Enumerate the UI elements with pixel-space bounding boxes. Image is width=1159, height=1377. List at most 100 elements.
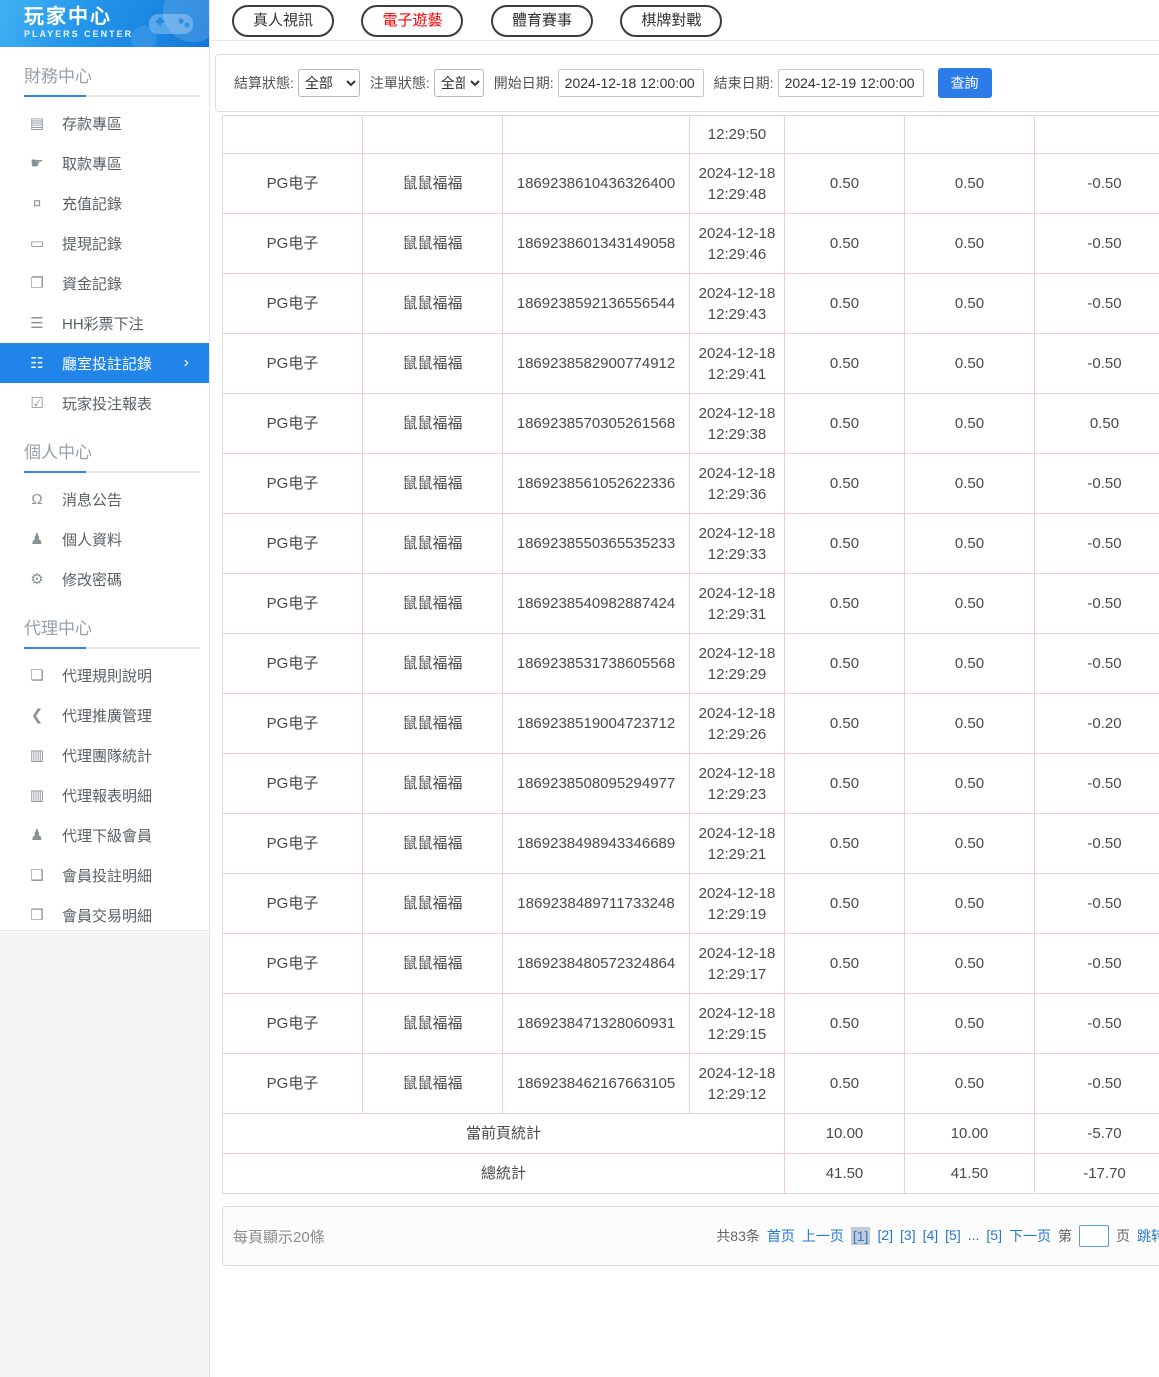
- recharge-record-icon: ¤: [32, 194, 42, 212]
- search-button[interactable]: 查詢: [937, 68, 992, 98]
- table-row: PG电子 鼠鼠福福 1869238508095294977 2024-12-18…: [222, 753, 1159, 814]
- sidebar-item-withdraw-hand[interactable]: ☛ 取款專區: [0, 143, 209, 183]
- sidebar-item-label: 提現記錄: [62, 235, 123, 253]
- sidebar-item-rules-doc[interactable]: ❏ 代理規則說明: [0, 655, 209, 695]
- page-link-2[interactable]: [2]: [877, 1227, 893, 1245]
- page-link-4[interactable]: [4]: [923, 1227, 939, 1245]
- team-stats-icon: ▥: [29, 747, 45, 764]
- winloss-cell: -0.50: [1034, 453, 1159, 514]
- start-date-input[interactable]: [557, 69, 704, 97]
- valid-amount-cell: 0.50: [904, 813, 1035, 874]
- sidebar-item-label: 會員交易明細: [62, 907, 153, 925]
- winloss-cell: -0.50: [1034, 273, 1159, 334]
- sidebar-item-members[interactable]: ♟ 代理下級會員: [0, 815, 209, 855]
- first-page-link[interactable]: 首页: [767, 1226, 795, 1246]
- platform-cell: PG电子: [222, 453, 363, 514]
- page-link-1[interactable]: [1]: [850, 1227, 871, 1245]
- game-cell: 鼠鼠福福: [362, 873, 503, 934]
- winloss-cell: -0.50: [1034, 1053, 1159, 1114]
- table-row: PG电子 鼠鼠福福 1869238592136556544 2024-12-18…: [222, 273, 1159, 334]
- bet-amount-cell: 0.50: [784, 573, 905, 634]
- table-row: PG电子 鼠鼠福福 1869238601343149058 2024-12-18…: [222, 213, 1159, 274]
- sidebar-footer-area: [0, 932, 210, 1377]
- bet-time-cell: 2024-12-18 12:29:15: [689, 993, 785, 1054]
- table-row: PG电子 鼠鼠福福 1869238489711733248 2024-12-18…: [222, 873, 1159, 934]
- valid-amount-cell: 0.50: [904, 693, 1035, 754]
- bet-time-cell: 2024-12-18 12:29:23: [689, 753, 785, 814]
- valid-amount-cell: 0.50: [904, 1053, 1035, 1114]
- winloss-cell: -0.50: [1034, 813, 1159, 874]
- section-underline: [24, 95, 200, 97]
- platform-cell: PG电子: [222, 873, 363, 934]
- tab-2[interactable]: 體育賽事: [490, 5, 593, 37]
- game-cell: 鼠鼠福福: [362, 573, 503, 634]
- sidebar-item-share[interactable]: ❮ 代理推廣管理: [0, 695, 209, 735]
- sidebar-item-player-report[interactable]: ☑ 玩家投注報表: [0, 383, 209, 423]
- sidebar: 玩家中心 PLAYERS CENTER 財務中心 ▤ 存款專區 ☛ 取款專區 ¤…: [0, 0, 210, 931]
- game-cell: 鼠鼠福福: [362, 453, 503, 514]
- bet-id-cell: 1869238540982887424: [502, 573, 690, 634]
- sidebar-item-withdrawal-record[interactable]: ▭ 提現記錄: [0, 223, 209, 263]
- winloss-cell: -0.50: [1034, 933, 1159, 994]
- jump-suffix-label: 页: [1116, 1228, 1130, 1244]
- sidebar-item-label: 取款專區: [62, 155, 123, 173]
- sidebar-item-room-bet-record[interactable]: ☷ 廳室投註記錄 ›: [0, 343, 209, 383]
- sidebar-item-person[interactable]: ♟ 個人資料: [0, 519, 209, 559]
- sidebar-item-report-detail[interactable]: ▥ 代理報表明細: [0, 775, 209, 815]
- sidebar-item-gear[interactable]: ⚙ 修改密碼: [0, 559, 209, 599]
- winloss-cell: -0.50: [1034, 153, 1159, 214]
- game-cell: 鼠鼠福福: [362, 813, 503, 874]
- lottery-bet-icon: ☰: [30, 315, 44, 332]
- settle-status-select[interactable]: 全部: [297, 69, 360, 97]
- bet-amount-cell: 0.50: [784, 273, 905, 334]
- table-row-partial: 12:29:50: [222, 115, 1159, 154]
- valid-amount-cell: 0.50: [904, 993, 1035, 1054]
- page-link-3[interactable]: [3]: [900, 1227, 916, 1245]
- sidebar-item-lottery-bet[interactable]: ☰ HH彩票下注: [0, 303, 209, 343]
- sidebar-item-recharge-record[interactable]: ¤ 充值記錄: [0, 183, 209, 223]
- sidebar-item-team-stats[interactable]: ▥ 代理團隊統計: [0, 735, 209, 775]
- prev-page-link[interactable]: 上一页: [802, 1226, 844, 1246]
- room-bet-record-icon: ☷: [30, 355, 44, 372]
- section-title: 財務中心: [24, 67, 92, 86]
- winloss-cell: 0.50: [1034, 393, 1159, 454]
- total-count-text: 共83条: [716, 1228, 760, 1244]
- bet-time-cell: 2024-12-18 12:29:41: [689, 333, 785, 394]
- game-cell: 鼠鼠福福: [362, 153, 503, 214]
- tab-0[interactable]: 真人視訊: [232, 5, 335, 37]
- page-link-5[interactable]: [5]: [986, 1227, 1002, 1245]
- game-cell: 鼠鼠福福: [362, 633, 503, 694]
- game-cell: 鼠鼠福福: [362, 1053, 503, 1114]
- end-date-input[interactable]: [777, 69, 924, 97]
- order-status-select[interactable]: 全部: [433, 69, 484, 97]
- sidebar-item-label: 消息公告: [62, 491, 123, 509]
- sidebar-item-member-bet[interactable]: ❑ 會員投註明細: [0, 855, 209, 895]
- sidebar-item-label: 代理推廣管理: [62, 707, 153, 725]
- bet-time-cell: 2024-12-18 12:29:31: [689, 573, 785, 634]
- filter-panel: 結算狀態: 全部 注單狀態: 全部 開始日期: 結束日期: 查詢: [215, 54, 1159, 112]
- sidebar-item-deposit-card[interactable]: ▤ 存款專區: [0, 103, 209, 143]
- bet-time-cell: 2024-12-18 12:29:33: [689, 513, 785, 574]
- bet-id-cell: 1869238550365535233: [502, 513, 690, 574]
- chevron-right-icon: ›: [183, 354, 189, 371]
- platform-cell: PG电子: [222, 393, 363, 454]
- platform-cell: PG电子: [222, 273, 363, 334]
- rules-doc-icon: ❏: [30, 667, 44, 684]
- next-page-link[interactable]: 下一页: [1009, 1226, 1051, 1246]
- sidebar-item-member-trade[interactable]: ❒ 會員交易明細: [0, 895, 209, 935]
- bet-amount-cell: 0.50: [784, 153, 905, 214]
- bet-amount-cell: 0.50: [784, 213, 905, 274]
- table-row: PG电子 鼠鼠福福 1869238471328060931 2024-12-18…: [222, 993, 1159, 1054]
- sidebar-item-funds-record[interactable]: ❐ 資金記錄: [0, 263, 209, 303]
- page-link-5[interactable]: [5]: [945, 1227, 961, 1245]
- sidebar-item-label: 充值記錄: [62, 195, 123, 213]
- jump-page-input[interactable]: [1079, 1225, 1109, 1247]
- winloss-cell: -0.20: [1034, 693, 1159, 754]
- jump-button[interactable]: 跳转: [1137, 1226, 1159, 1246]
- tab-1[interactable]: 電子遊藝: [361, 5, 464, 37]
- deposit-card-icon: ▤: [29, 115, 45, 132]
- sidebar-item-bell[interactable]: Ω 消息公告: [0, 479, 209, 519]
- bet-id-cell: 1869238489711733248: [502, 873, 690, 934]
- tab-3[interactable]: 棋牌對戰: [620, 5, 723, 37]
- platform-cell: PG电子: [222, 633, 363, 694]
